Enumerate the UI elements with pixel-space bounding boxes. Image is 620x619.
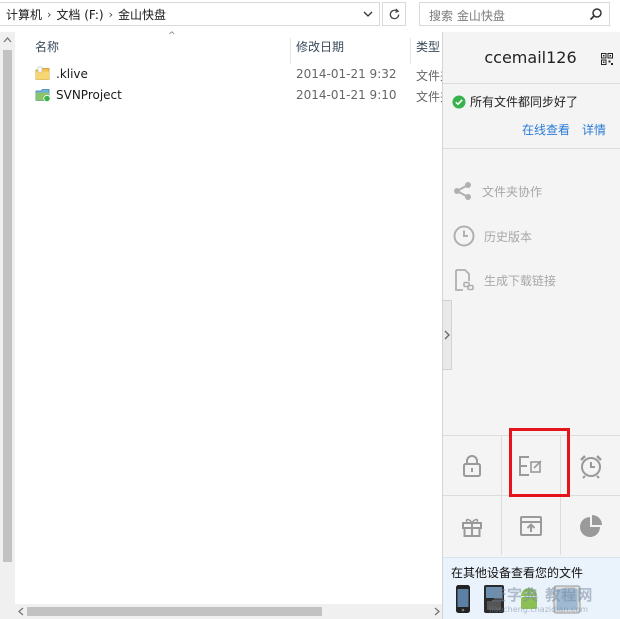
nav-scrollbar[interactable] — [0, 32, 15, 619]
column-modified[interactable]: 修改日期 — [296, 38, 344, 55]
refresh-button[interactable] — [382, 2, 406, 26]
scroll-left-icon[interactable] — [17, 607, 25, 616]
search-icon[interactable] — [589, 7, 603, 24]
gift-icon — [462, 518, 482, 537]
chevron-down-icon[interactable] — [361, 7, 375, 21]
divider — [443, 148, 620, 149]
file-name: .klive — [56, 67, 88, 81]
tool-grid — [443, 428, 620, 557]
column-divider[interactable] — [410, 38, 411, 64]
divider — [443, 83, 620, 84]
chevron-right-icon[interactable]: › — [109, 8, 113, 21]
action-label: 历史版本 — [484, 229, 533, 244]
tool-upload[interactable] — [502, 495, 561, 555]
check-circle-icon — [452, 95, 466, 108]
file-modified: 2014-01-21 9:10 — [296, 88, 397, 102]
chevron-right-icon — [444, 330, 450, 340]
top-bar: 计算机 › 文档 (F:) › 金山快盘 搜索 金山快盘 — [0, 0, 620, 30]
pie-chart-icon — [579, 514, 602, 537]
chevron-right-icon[interactable]: › — [47, 8, 51, 21]
sync-status: 所有文件都同步好了 — [452, 93, 578, 110]
tool-lock[interactable] — [443, 435, 502, 495]
devices-title: 在其他设备查看您的文件 — [451, 566, 584, 580]
view-online-link[interactable]: 在线查看 — [522, 121, 570, 138]
breadcrumb-drive[interactable]: 文档 (F:) — [56, 6, 103, 23]
address-bar[interactable]: 计算机 › 文档 (F:) › 金山快盘 — [0, 2, 380, 26]
action-folder-collab[interactable]: 文件夹协作 — [453, 181, 542, 201]
column-type[interactable]: 类型 — [416, 38, 440, 55]
alarm-clock-icon — [579, 454, 602, 479]
search-box[interactable]: 搜索 金山快盘 — [419, 2, 610, 26]
scrollbar-thumb[interactable] — [3, 50, 12, 562]
other-devices-section: 在其他设备查看您的文件 查字典 教程网 jiaocheng.chazidian.… — [443, 557, 620, 619]
collapse-panel-button[interactable] — [442, 300, 452, 370]
watermark-url: jiaocheng.chazidian.com — [489, 605, 589, 614]
upload-box-icon — [520, 515, 542, 536]
details-link[interactable]: 详情 — [582, 121, 606, 138]
breadcrumb-computer[interactable]: 计算机 — [0, 6, 42, 23]
qr-code-icon[interactable] — [601, 53, 613, 65]
horizontal-scrollbar[interactable] — [15, 604, 443, 619]
tool-gift[interactable] — [443, 495, 502, 555]
file-row[interactable]: .klive 2014-01-21 9:32 文件夹 — [15, 64, 443, 85]
column-header: 名称 ^ 修改日期 类型 — [15, 31, 443, 64]
highlight-box — [509, 428, 570, 497]
username: ccemail126 — [484, 48, 577, 67]
file-name: SVNProject — [56, 88, 122, 102]
search-input[interactable]: 搜索 金山快盘 — [429, 7, 505, 24]
lock-icon — [463, 454, 481, 477]
link-file-icon — [455, 269, 474, 291]
column-name[interactable]: 名称 — [35, 38, 59, 55]
file-row[interactable]: SVNProject 2014-01-21 9:10 文件夹 — [15, 85, 443, 106]
action-history-versions[interactable]: 历史版本 — [453, 225, 532, 247]
column-divider[interactable] — [290, 38, 291, 64]
file-type: 文件夹 — [416, 69, 443, 83]
iphone-icon[interactable] — [455, 584, 471, 614]
breadcrumb-folder[interactable]: 金山快盘 — [118, 6, 166, 23]
sync-status-text: 所有文件都同步好了 — [470, 95, 579, 109]
action-label: 生成下载链接 — [484, 273, 557, 288]
refresh-icon — [389, 8, 399, 19]
clock-icon — [453, 225, 475, 247]
folder-icon — [35, 66, 51, 82]
tool-storage[interactable] — [561, 495, 620, 555]
watermark: 查字典 教程网 — [491, 586, 594, 604]
action-download-link[interactable]: 生成下载链接 — [453, 269, 556, 291]
share-icon — [454, 182, 471, 200]
file-modified: 2014-01-21 9:32 — [296, 67, 397, 81]
scroll-right-icon[interactable] — [433, 607, 441, 616]
scroll-up-icon[interactable] — [3, 36, 12, 44]
kuaipan-panel: ccemail126 所有文件都同步好了 在线查看 详情 文件夹协作 历史版本 … — [442, 32, 620, 619]
sort-ascending-icon: ^ — [168, 31, 176, 41]
scrollbar-thumb[interactable] — [27, 607, 322, 616]
svn-folder-icon — [35, 87, 51, 103]
action-label: 文件夹协作 — [482, 184, 543, 199]
file-type: 文件夹 — [416, 90, 443, 104]
